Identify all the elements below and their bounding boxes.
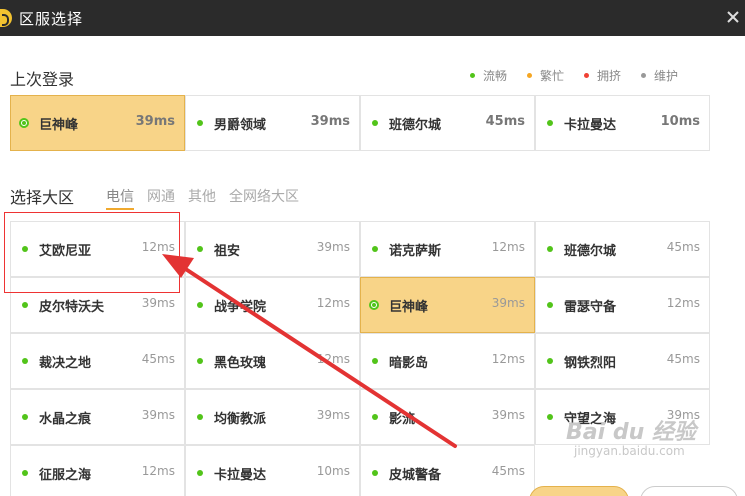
- server-card[interactable]: 班德尔城 45ms: [535, 221, 710, 277]
- status-dot-icon: [197, 414, 203, 420]
- last-login-heading: 上次登录: [10, 70, 75, 89]
- status-dot-icon: [369, 300, 379, 310]
- status-dot-icon: [372, 246, 378, 252]
- status-legend: 流畅 繁忙 拥挤 维护: [470, 67, 678, 84]
- status-dot-icon: [641, 73, 647, 78]
- watermark-url: jingyan.baidu.com: [574, 444, 685, 458]
- status-dot-icon: [547, 302, 553, 308]
- server-card[interactable]: 战争学院 12ms: [185, 277, 360, 333]
- cancel-button[interactable]: [640, 486, 738, 496]
- status-dot-icon: [22, 246, 28, 252]
- status-dot-icon: [372, 120, 378, 126]
- status-dot-icon: [22, 302, 28, 308]
- confirm-button[interactable]: [529, 486, 629, 496]
- status-dot-icon: [197, 246, 203, 252]
- status-dot-icon: [527, 73, 533, 78]
- legend-item: 维护: [641, 67, 678, 84]
- server-card[interactable]: 祖安 39ms: [185, 221, 360, 277]
- server-card[interactable]: 诺克萨斯 12ms: [360, 221, 535, 277]
- server-card[interactable]: 守望之海 39ms: [535, 389, 710, 445]
- status-dot-icon: [22, 358, 28, 364]
- tab-all-network[interactable]: 全网络大区: [229, 186, 299, 210]
- status-dot-icon: [470, 73, 475, 78]
- status-dot-icon: [372, 470, 378, 476]
- server-card[interactable]: 征服之海 12ms: [10, 445, 185, 496]
- close-button[interactable]: [722, 6, 744, 28]
- server-card[interactable]: 皮尔特沃夫 39ms: [10, 277, 185, 333]
- status-dot-icon: [547, 358, 553, 364]
- game-logo-icon: [0, 9, 12, 27]
- status-dot-icon: [372, 358, 378, 364]
- close-icon: [727, 11, 739, 23]
- status-dot-icon: [197, 358, 203, 364]
- window-title: 区服选择: [19, 10, 84, 28]
- status-dot-icon: [547, 414, 553, 420]
- last-login-server-card[interactable]: 卡拉曼达 10ms: [535, 95, 710, 151]
- server-card[interactable]: 影流 39ms: [360, 389, 535, 445]
- region-tabs: 电信 网通 其他 全网络大区: [106, 186, 312, 210]
- server-card[interactable]: 黑色玫瑰 12ms: [185, 333, 360, 389]
- server-card[interactable]: 钢铁烈阳 45ms: [535, 333, 710, 389]
- legend-item: 流畅: [470, 67, 507, 84]
- server-card-selected[interactable]: 巨神峰 39ms: [360, 277, 535, 333]
- status-dot-icon: [372, 414, 378, 420]
- server-card[interactable]: 艾欧尼亚 12ms: [10, 221, 185, 277]
- server-card[interactable]: 水晶之痕 39ms: [10, 389, 185, 445]
- status-dot-icon: [22, 414, 28, 420]
- status-dot-icon: [197, 302, 203, 308]
- status-dot-icon: [547, 246, 553, 252]
- status-dot-icon: [197, 120, 203, 126]
- last-login-server-card[interactable]: 巨神峰 39ms: [10, 95, 185, 151]
- status-dot-icon: [584, 73, 590, 78]
- last-login-server-card[interactable]: 班德尔城 45ms: [360, 95, 535, 151]
- server-card[interactable]: 裁决之地 45ms: [10, 333, 185, 389]
- title-bar: 区服选择: [0, 0, 745, 36]
- server-card[interactable]: 皮城警备 45ms: [360, 445, 535, 496]
- status-dot-icon: [19, 118, 29, 128]
- status-dot-icon: [22, 470, 28, 476]
- region-heading: 选择大区: [10, 188, 75, 207]
- status-dot-icon: [547, 120, 553, 126]
- tab-netcom[interactable]: 网通: [147, 186, 175, 210]
- tab-telecom[interactable]: 电信: [106, 186, 134, 210]
- legend-item: 繁忙: [527, 67, 564, 84]
- server-card[interactable]: 暗影岛 12ms: [360, 333, 535, 389]
- server-card[interactable]: 卡拉曼达 10ms: [185, 445, 360, 496]
- legend-item: 拥挤: [584, 67, 621, 84]
- status-dot-icon: [197, 470, 203, 476]
- server-card[interactable]: 雷瑟守备 12ms: [535, 277, 710, 333]
- tab-other[interactable]: 其他: [188, 186, 216, 210]
- last-login-server-card[interactable]: 男爵领域 39ms: [185, 95, 360, 151]
- server-card[interactable]: 均衡教派 39ms: [185, 389, 360, 445]
